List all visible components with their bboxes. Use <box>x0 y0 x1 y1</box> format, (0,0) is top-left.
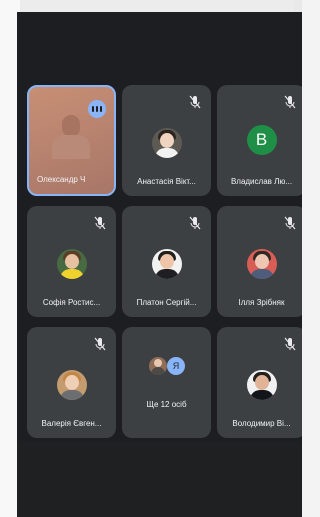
speaking-indicator-icon <box>88 100 106 118</box>
mic-off-icon <box>189 95 201 109</box>
participant-tile-9[interactable]: Володимир Ві... <box>217 327 302 438</box>
participant-video <box>48 107 96 165</box>
video-area-bottom <box>17 441 302 517</box>
participant-tile-7[interactable]: Валерія Євген... <box>27 327 116 438</box>
participant-name: Володимир Ві... <box>232 419 291 428</box>
mic-off-icon <box>284 337 296 351</box>
avatar <box>246 249 277 279</box>
avatar <box>56 370 87 400</box>
participant-tile-5[interactable]: Платон Сергій... <box>122 206 211 317</box>
mic-off-icon <box>284 95 296 109</box>
participant-tile-4[interactable]: Софія Ростис... <box>27 206 116 317</box>
avatar <box>246 370 277 400</box>
mic-off-icon <box>189 216 201 230</box>
participant-name: Владислав Лю... <box>230 177 293 186</box>
participant-preview-group: Я <box>149 357 189 381</box>
participant-tile-1[interactable]: Олександр Ч <box>27 85 116 196</box>
more-participants-tile[interactable]: Я Ще 12 осіб <box>122 327 211 438</box>
letter-avatar: Я <box>167 357 185 375</box>
screenshot-page: Олександр Ч Анастасія Вікт... В Владисла… <box>0 0 302 517</box>
avatar <box>149 357 167 375</box>
mic-off-icon <box>284 216 296 230</box>
participant-name: Валерія Євген... <box>41 419 102 428</box>
participant-name: Софія Ростис... <box>42 298 101 307</box>
mic-off-icon <box>94 216 106 230</box>
participant-name: Ілля Зрібняк <box>238 298 285 307</box>
avatar <box>151 128 182 158</box>
letter-avatar: В <box>246 125 277 155</box>
participant-name: Ще 12 осіб <box>146 400 187 409</box>
mic-off-icon <box>94 337 106 351</box>
participant-name: Платон Сергій... <box>136 298 197 307</box>
participant-tile-6[interactable]: Ілля Зрібняк <box>217 206 302 317</box>
participant-name: Олександр Ч <box>37 175 86 184</box>
avatar <box>56 249 87 279</box>
avatar <box>151 249 182 279</box>
participant-name: Анастасія Вікт... <box>137 177 196 186</box>
participant-tile-2[interactable]: Анастасія Вікт... <box>122 85 211 196</box>
participant-tile-3[interactable]: В Владислав Лю... <box>217 85 302 196</box>
